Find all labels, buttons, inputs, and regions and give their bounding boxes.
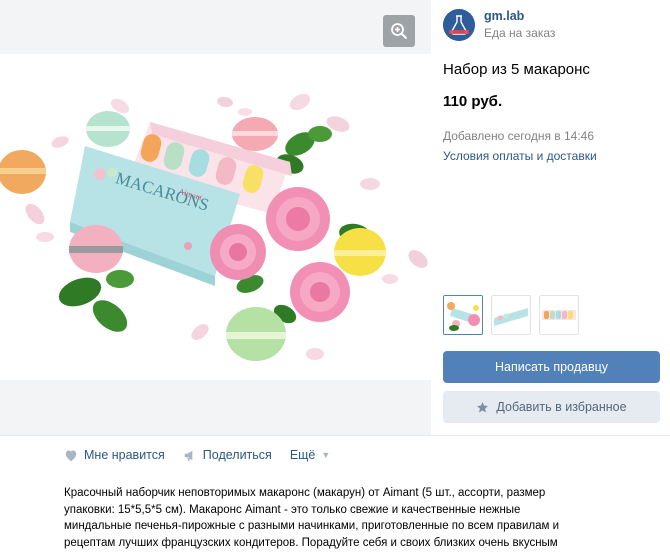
more-label: Ещё: [289, 448, 316, 462]
megaphone-icon: [184, 450, 193, 461]
add-favorite-label: Добавить в избранное: [496, 400, 627, 414]
flask-icon: [443, 8, 475, 41]
product-photo[interactable]: MACARONS Aimant: [0, 54, 431, 380]
thumbnail-3[interactable]: [539, 295, 579, 335]
product-description: Красочный наборчик неповторимых макаронс…: [64, 487, 560, 549]
contact-seller-button[interactable]: Написать продавцу: [443, 351, 660, 383]
product-info-panel: gm.lab Еда на заказ Набор из 5 макаронс …: [431, 0, 670, 435]
macarons-image: MACARONS Aimant: [0, 93, 428, 361]
product-photo-viewer[interactable]: MACARONS Aimant: [0, 0, 431, 435]
share-button[interactable]: Поделиться: [183, 448, 272, 462]
like-button[interactable]: Мне нравится: [64, 448, 165, 462]
thumbnail-strip: [443, 295, 587, 335]
more-button[interactable]: Ещё ▼: [290, 448, 331, 462]
add-favorite-button[interactable]: Добавить в избранное: [443, 391, 660, 423]
chevron-down-icon: ▼: [321, 450, 331, 460]
zoom-in-icon: [391, 23, 407, 39]
seller-name[interactable]: gm.lab: [484, 8, 555, 24]
payment-delivery-link[interactable]: Условия оплаты и доставки: [443, 149, 597, 163]
heart-icon: [65, 450, 77, 461]
product-title: Набор из 5 макаронс: [443, 61, 590, 78]
seller-avatar[interactable]: [443, 8, 475, 41]
added-date: Добавлено сегодня в 14:46: [443, 129, 595, 143]
seller-category: Еда на заказ: [484, 26, 556, 40]
zoom-button[interactable]: [383, 15, 415, 47]
divider: [0, 435, 670, 436]
share-label: Поделиться: [202, 448, 272, 462]
thumbnail-1[interactable]: [443, 295, 483, 335]
star-icon: [476, 401, 489, 414]
seller-block[interactable]: gm.lab Еда на заказ: [443, 8, 555, 41]
thumbnail-2[interactable]: [491, 295, 531, 335]
like-label: Мне нравится: [84, 448, 165, 462]
product-price: 110 руб.: [443, 93, 503, 110]
post-actions: Мне нравится Поделиться Ещё ▼: [64, 448, 348, 462]
